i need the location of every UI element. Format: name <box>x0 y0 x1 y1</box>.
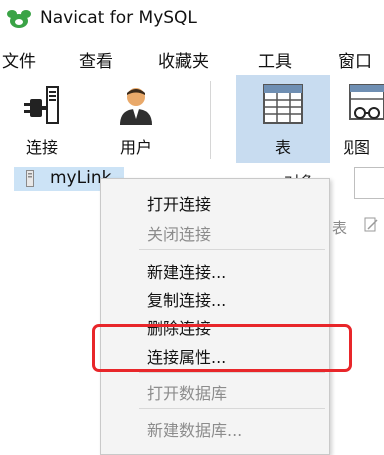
menu-item-close-connection: 关闭连接 <box>147 225 212 244</box>
title-bar: Navicat for MySQL <box>0 0 384 40</box>
window-title: Navicat for MySQL <box>40 8 197 28</box>
plug-connection-icon <box>24 86 59 124</box>
menu-bar: 文件 查看 收藏夹 工具 窗口 <box>0 42 384 74</box>
toolbar-user-label: 用户 <box>119 138 152 157</box>
object-search-input[interactable] <box>354 167 384 199</box>
context-menu: 打开连接 关闭连接 新建连接... 复制连接... 删除连接 连接属性... 打… <box>100 178 330 455</box>
menu-tools[interactable]: 工具 <box>258 47 292 72</box>
menu-item-open-connection[interactable]: 打开连接 <box>147 191 211 215</box>
menu-separator <box>139 372 325 373</box>
toolbar-connection-label: 连接 <box>25 138 58 157</box>
toolbar-table-label: 表 <box>274 138 291 157</box>
table-icon <box>263 84 303 124</box>
menu-item-new-connection[interactable]: 新建连接... <box>147 259 226 283</box>
menu-view[interactable]: 查看 <box>79 47 113 72</box>
menu-item-new-database: 新建数据库... <box>147 421 243 440</box>
toolbar-view-button[interactable]: 视图 <box>344 75 384 165</box>
menu-file[interactable]: 文件 <box>2 47 36 72</box>
toolbar-view-label: 视图 <box>344 138 371 157</box>
toolbar-connection-button[interactable]: 连接 <box>6 75 78 165</box>
menu-separator <box>139 249 325 250</box>
menu-window[interactable]: 窗口 <box>338 47 372 72</box>
menu-item-copy-connection[interactable]: 复制连接... <box>147 287 226 311</box>
user-icon <box>120 88 152 125</box>
menu-item-open-database: 打开数据库 <box>147 384 228 403</box>
highlight-annotation <box>92 324 352 372</box>
connection-icon <box>26 170 34 187</box>
toolbar-user-button[interactable]: 用户 <box>98 75 174 165</box>
toolbar-table-button[interactable]: 表 <box>236 75 330 165</box>
object-toolbar-table-text: 表 <box>332 219 348 237</box>
navicat-logo-icon <box>7 10 31 28</box>
view-icon <box>349 84 384 120</box>
toolbar-separator <box>210 81 211 159</box>
edit-table-icon[interactable] <box>364 217 378 233</box>
menu-separator <box>139 408 325 409</box>
menu-favorites[interactable]: 收藏夹 <box>158 47 209 72</box>
main-toolbar: 连接 用户 表 视图 <box>0 75 384 165</box>
